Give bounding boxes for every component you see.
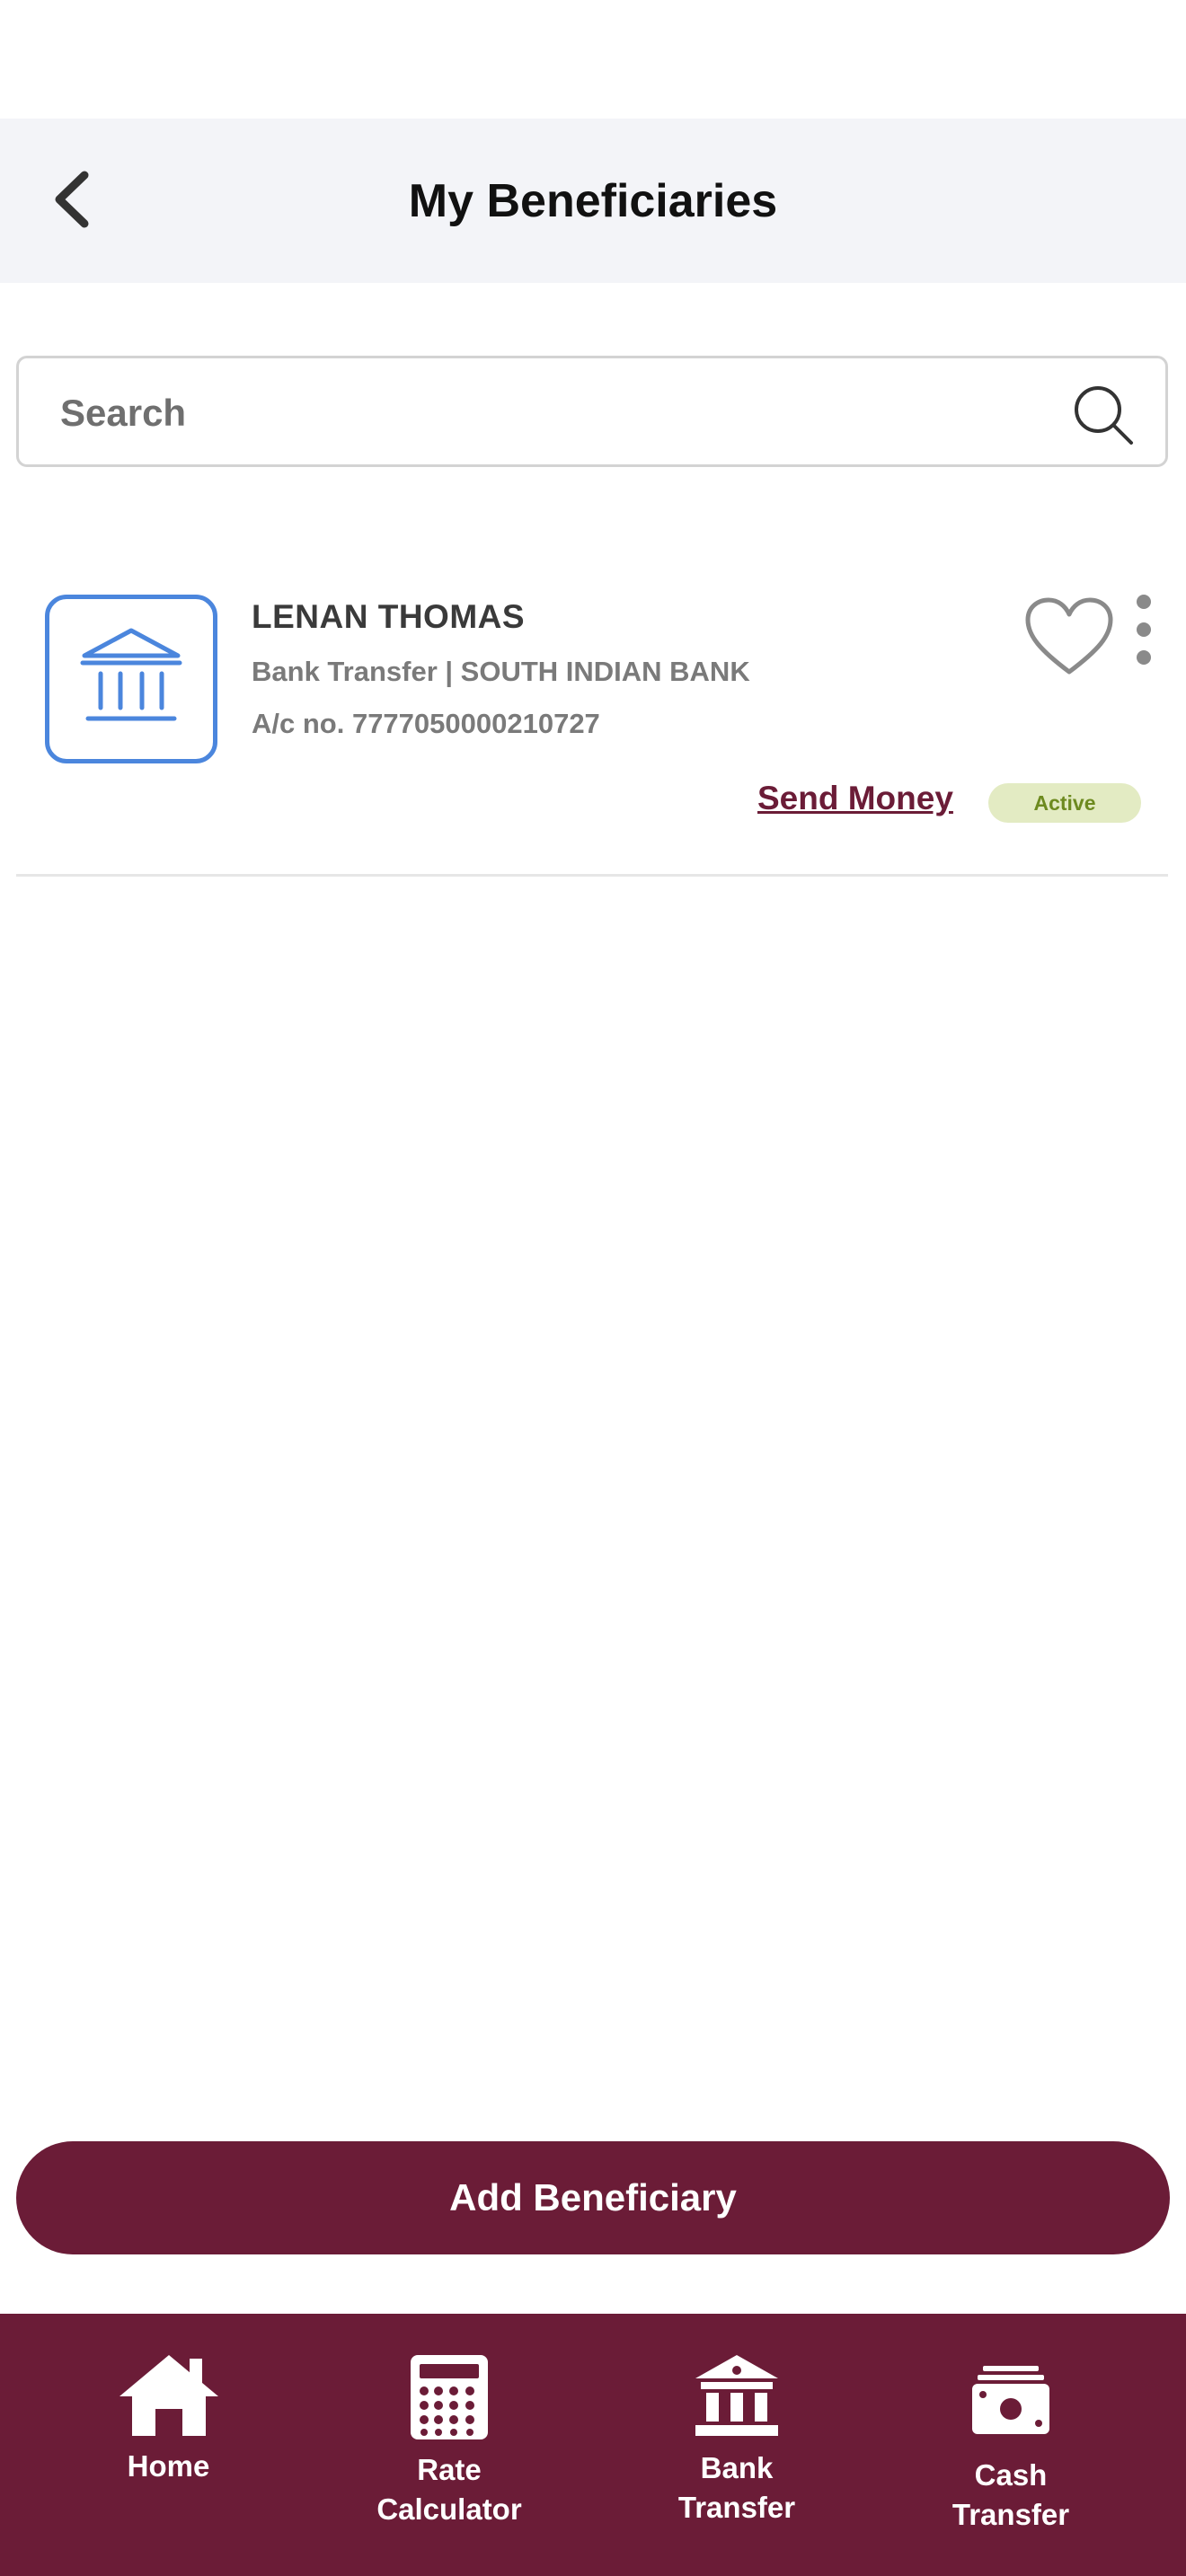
beneficiary-account-number: A/c no. 7777050000210727: [252, 708, 600, 739]
search-icon[interactable]: [1072, 384, 1135, 446]
beneficiary-name: LENAN THOMAS: [252, 598, 526, 635]
nav-label-rate-calculator: Rate Calculator: [376, 2453, 522, 2526]
nav-item-bank-transfer[interactable]: Bank Transfer: [647, 2314, 827, 2576]
nav-item-cash-transfer[interactable]: Cash Transfer: [925, 2314, 1096, 2576]
beneficiary-transfer-type: Bank Transfer | SOUTH INDIAN BANK: [252, 656, 750, 687]
bank-icon: [695, 2355, 778, 2436]
nav-label-bank-transfer: Bank Transfer: [677, 2451, 796, 2524]
nav-label-cash-transfer: Cash Transfer: [951, 2458, 1070, 2531]
back-button[interactable]: [27, 154, 117, 244]
bottom-navigation: Home Rate Calculator Bank Transfer Cash …: [0, 2314, 1186, 2576]
calculator-icon: [411, 2355, 488, 2439]
home-icon: [119, 2355, 218, 2436]
search-input[interactable]: [58, 376, 1032, 450]
beneficiary-list-item[interactable]: LENAN THOMAS Bank Transfer | SOUTH INDIA…: [16, 557, 1168, 877]
status-bar: [0, 0, 1186, 119]
status-badge: Active: [988, 783, 1141, 823]
nav-item-rate-calculator[interactable]: Rate Calculator: [355, 2314, 544, 2576]
beneficiary-avatar: [45, 595, 217, 763]
chevron-left-icon: [55, 171, 89, 228]
favorite-heart-icon[interactable]: [1019, 593, 1120, 683]
add-beneficiary-button[interactable]: Add Beneficiary: [16, 2141, 1170, 2254]
nav-label-home: Home: [127, 2449, 210, 2483]
header-bar: My Beneficiaries: [0, 119, 1186, 283]
cash-icon: [972, 2366, 1049, 2434]
nav-item-home[interactable]: Home: [81, 2314, 256, 2576]
bank-icon: [80, 628, 182, 721]
send-money-link[interactable]: Send Money: [757, 780, 953, 817]
more-options-icon[interactable]: [1123, 589, 1164, 679]
search-box[interactable]: [16, 356, 1168, 467]
page-title: My Beneficiaries: [408, 174, 778, 227]
